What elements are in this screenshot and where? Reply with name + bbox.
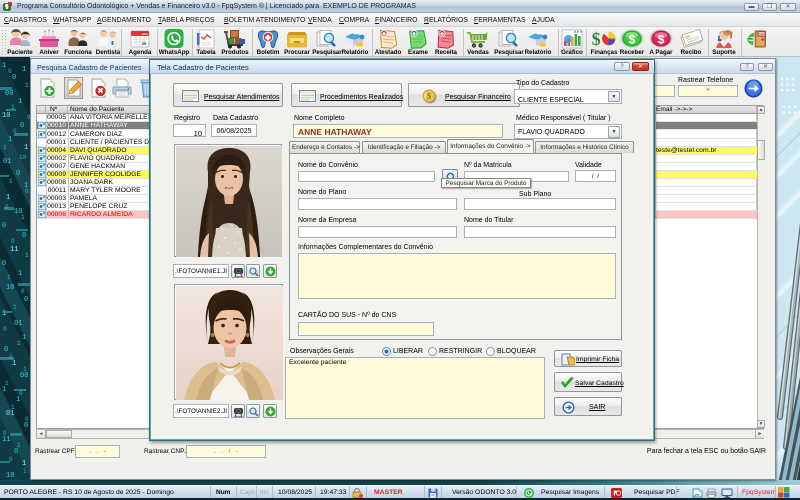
svg-text:0: 0 xyxy=(19,390,23,397)
svg-text:1: 1 xyxy=(22,460,26,468)
svg-text:1: 1 xyxy=(2,62,6,70)
svg-text:0: 0 xyxy=(8,68,12,75)
svg-text:0: 0 xyxy=(25,416,29,423)
svg-text:1: 1 xyxy=(2,386,6,394)
svg-text:0: 0 xyxy=(5,204,9,211)
svg-text:$: $ xyxy=(592,29,601,49)
svg-text:01: 01 xyxy=(6,410,14,418)
svg-text:0: 0 xyxy=(3,430,7,437)
svg-text:1: 1 xyxy=(7,274,11,281)
svg-text:10: 10 xyxy=(6,472,14,480)
svg-text:1: 1 xyxy=(3,144,7,151)
svg-text:00: 00 xyxy=(5,90,13,98)
svg-text:1: 1 xyxy=(22,66,26,74)
svg-text:1: 1 xyxy=(17,340,21,347)
svg-text:0: 0 xyxy=(22,232,26,240)
svg-text:0: 0 xyxy=(14,448,18,456)
svg-text:1: 1 xyxy=(11,104,15,111)
svg-text:10: 10 xyxy=(6,284,14,292)
svg-text:1: 1 xyxy=(25,82,29,89)
svg-text:0: 0 xyxy=(3,326,7,333)
svg-text:1: 1 xyxy=(17,442,21,449)
svg-text:01: 01 xyxy=(14,320,22,328)
svg-text:0: 0 xyxy=(13,128,17,135)
svg-text:1: 1 xyxy=(25,252,29,259)
svg-text:0: 0 xyxy=(12,74,16,82)
svg-text:1: 1 xyxy=(16,396,20,404)
svg-text:11: 11 xyxy=(2,436,10,444)
svg-text:0: 0 xyxy=(20,122,24,130)
svg-text:0: 0 xyxy=(9,354,13,361)
svg-text:0: 0 xyxy=(24,296,28,304)
svg-text:$: $ xyxy=(629,32,636,46)
svg-text:EXIT: EXIT xyxy=(758,32,765,36)
svg-text:29: 29 xyxy=(142,41,147,46)
svg-text:1: 1 xyxy=(8,136,12,144)
svg-text:1: 1 xyxy=(9,178,13,185)
svg-text:1: 1 xyxy=(22,334,26,342)
svg-text:1: 1 xyxy=(11,404,15,411)
svg-text:1: 1 xyxy=(13,304,17,311)
svg-text:JAN: JAN xyxy=(141,32,147,36)
svg-text:0: 0 xyxy=(16,170,20,178)
svg-text:1: 1 xyxy=(24,144,28,152)
svg-text:1: 1 xyxy=(23,468,27,475)
svg-text:0: 0 xyxy=(21,288,25,295)
svg-text:1: 1 xyxy=(21,214,25,221)
svg-text:00: 00 xyxy=(20,372,28,380)
svg-text:$: $ xyxy=(427,91,432,101)
svg-text:$: $ xyxy=(658,32,665,46)
svg-text:01: 01 xyxy=(3,158,11,166)
svg-text:0: 0 xyxy=(2,260,6,268)
svg-text:0: 0 xyxy=(24,422,28,430)
svg-text:0: 0 xyxy=(9,456,13,463)
svg-text:1: 1 xyxy=(6,194,10,202)
svg-text:1: 1 xyxy=(18,98,22,106)
svg-text:1: 1 xyxy=(18,270,22,278)
svg-text:0: 0 xyxy=(11,238,15,245)
svg-text:0: 0 xyxy=(2,222,6,230)
svg-text:0: 0 xyxy=(25,188,29,195)
svg-text:10: 10 xyxy=(2,112,10,120)
svg-text:1: 1 xyxy=(5,380,9,387)
svg-text:10: 10 xyxy=(19,154,27,161)
svg-text:1: 1 xyxy=(12,360,16,368)
svg-text:1: 1 xyxy=(23,366,27,373)
svg-text:0: 0 xyxy=(4,346,8,354)
svg-text:11: 11 xyxy=(10,246,18,254)
